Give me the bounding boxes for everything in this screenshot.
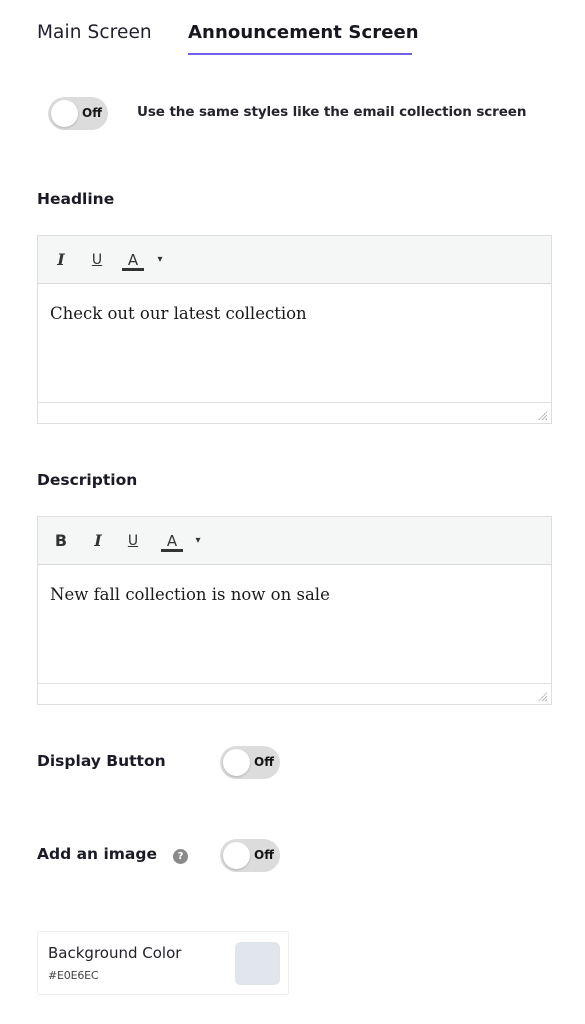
italic-button[interactable]: I bbox=[91, 529, 105, 553]
italic-button[interactable]: I bbox=[54, 248, 68, 272]
font-color-swatch-bar bbox=[161, 549, 183, 552]
headline-label: Headline bbox=[37, 190, 115, 208]
toggle-knob bbox=[223, 749, 250, 776]
bold-button[interactable]: B bbox=[54, 529, 68, 553]
description-label: Description bbox=[37, 471, 138, 489]
font-color-button[interactable]: A bbox=[161, 529, 183, 553]
resize-grip-icon[interactable] bbox=[537, 691, 547, 701]
background-color-label: Background Color bbox=[48, 944, 182, 962]
tab-main-screen[interactable]: Main Screen bbox=[37, 20, 152, 46]
headline-editor: I U A ▾ Check out our latest collection bbox=[37, 235, 552, 424]
chevron-down-icon[interactable]: ▾ bbox=[154, 248, 166, 272]
toggle-knob bbox=[51, 100, 78, 127]
underline-button[interactable]: U bbox=[126, 529, 140, 553]
add-image-label: Add an image bbox=[37, 845, 158, 863]
tab-announcement-screen[interactable]: Announcement Screen bbox=[188, 20, 419, 46]
font-color-glyph: A bbox=[127, 251, 139, 269]
underline-button[interactable]: U bbox=[90, 248, 104, 272]
background-color-card: Background Color #E0E6EC bbox=[37, 931, 289, 995]
headline-editor-statusbar bbox=[38, 402, 551, 423]
font-color-swatch-bar bbox=[122, 268, 144, 271]
same-styles-toggle[interactable]: Off bbox=[48, 97, 108, 130]
font-color-button[interactable]: A bbox=[122, 248, 144, 272]
headline-text-area[interactable]: Check out our latest collection bbox=[38, 284, 551, 402]
screen-tabs: Main Screen Announcement Screen bbox=[37, 20, 557, 56]
toggle-state-label: Off bbox=[254, 755, 274, 769]
headline-editor-toolbar: I U A ▾ bbox=[38, 236, 551, 284]
font-color-glyph: A bbox=[166, 532, 178, 550]
chevron-down-icon[interactable]: ▾ bbox=[192, 529, 204, 553]
toggle-knob bbox=[223, 842, 250, 869]
same-styles-label: Use the same styles like the email colle… bbox=[137, 104, 527, 120]
add-image-toggle[interactable]: Off bbox=[220, 839, 280, 872]
display-button-label: Display Button bbox=[37, 752, 166, 770]
description-text-area[interactable]: New fall collection is now on sale bbox=[38, 565, 551, 683]
background-color-hex: #E0E6EC bbox=[48, 969, 99, 982]
description-editor-toolbar: B I U A ▾ bbox=[38, 517, 551, 565]
background-color-swatch[interactable] bbox=[235, 942, 280, 985]
toggle-state-label: Off bbox=[254, 848, 274, 862]
active-tab-indicator bbox=[188, 53, 412, 55]
display-button-toggle[interactable]: Off bbox=[220, 746, 280, 779]
toggle-state-label: Off bbox=[82, 106, 102, 120]
help-icon[interactable]: ? bbox=[173, 849, 188, 864]
description-editor-statusbar bbox=[38, 683, 551, 704]
resize-grip-icon[interactable] bbox=[537, 410, 547, 420]
description-editor: B I U A ▾ New fall collection is now on … bbox=[37, 516, 552, 705]
